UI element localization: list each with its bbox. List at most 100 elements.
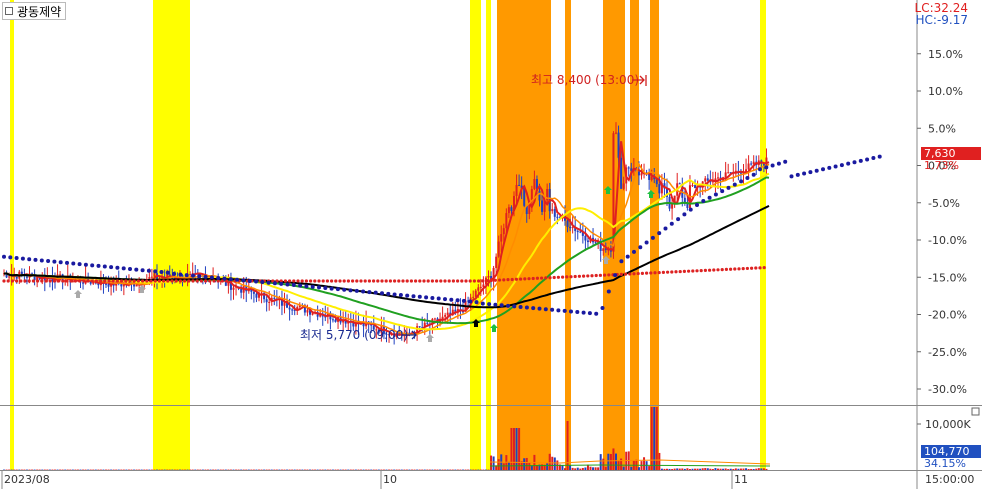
parabolic-dot xyxy=(676,217,681,222)
reference-dot xyxy=(187,279,191,283)
reference-dot xyxy=(636,271,640,276)
parabolic-dot xyxy=(506,303,510,308)
y-tick-label: -10.0% xyxy=(928,234,967,247)
volume-bar xyxy=(546,463,549,470)
volume-bar xyxy=(490,455,493,470)
parabolic-dot xyxy=(764,165,769,170)
reference-dot xyxy=(552,275,556,280)
symbol-name: 광동제약 xyxy=(17,4,62,19)
volume-bar xyxy=(515,428,518,470)
reference-dot xyxy=(422,279,426,283)
reference-dot xyxy=(61,279,65,283)
volume-bar xyxy=(732,468,735,470)
reference-dot xyxy=(36,279,40,283)
reference-dot xyxy=(708,268,712,272)
parabolic-dot xyxy=(411,294,416,299)
parabolic-dot xyxy=(657,231,662,236)
reference-dot xyxy=(204,279,208,283)
parabolic-dot xyxy=(776,161,781,166)
candle-body xyxy=(252,291,255,294)
reference-dot xyxy=(670,270,674,274)
reference-dot xyxy=(569,275,573,279)
volume-bar xyxy=(683,468,686,470)
volume-bar xyxy=(564,468,566,470)
reference-dot xyxy=(174,279,178,283)
parabolic-dot xyxy=(493,302,498,307)
reference-dot xyxy=(729,267,733,271)
reference-dot xyxy=(208,279,212,283)
volume-bar xyxy=(737,468,740,470)
parabolic-dot xyxy=(858,158,863,163)
candle-body xyxy=(579,231,582,233)
parabolic-dot xyxy=(537,306,542,311)
reference-dot xyxy=(183,279,187,283)
parabolic-dot xyxy=(209,275,214,280)
parabolic-dot xyxy=(688,207,693,212)
volume-bar xyxy=(579,468,582,470)
reference-dot xyxy=(426,279,430,283)
reference-dot xyxy=(65,279,69,283)
symbol-title[interactable]: 광동제약 xyxy=(2,2,67,20)
volume-bar xyxy=(742,468,745,470)
reference-dot xyxy=(414,279,418,283)
volume-bar xyxy=(497,459,500,470)
reference-dot xyxy=(393,279,397,283)
candle-body xyxy=(658,184,661,194)
parabolic-dot xyxy=(480,301,485,306)
parabolic-dot xyxy=(556,308,561,313)
reference-dot xyxy=(48,279,52,283)
reference-dot xyxy=(27,279,31,283)
highlight-band xyxy=(497,0,551,470)
reference-dot xyxy=(157,279,161,283)
reference-dot xyxy=(477,279,481,283)
volume-bar xyxy=(696,468,699,470)
volume-bar xyxy=(729,468,732,470)
parabolic-dot xyxy=(638,245,643,250)
parabolic-dot xyxy=(159,270,164,275)
volume-bar xyxy=(637,467,640,470)
volume-bar xyxy=(676,468,679,470)
y-tick-label: -25.0% xyxy=(928,346,967,359)
reference-dot xyxy=(510,277,514,282)
reference-dot xyxy=(435,279,439,283)
parabolic-dot xyxy=(474,300,479,305)
parabolic-dot xyxy=(90,263,95,268)
reference-dot xyxy=(754,266,758,270)
volume-tick-label: 10,000K xyxy=(925,418,971,431)
parabolic-dot xyxy=(632,249,636,254)
volume-bar xyxy=(691,468,694,470)
candle-body xyxy=(566,220,569,227)
reference-dot xyxy=(687,269,691,273)
parabolic-dot xyxy=(846,161,851,166)
reference-dot xyxy=(405,279,409,283)
title-box-icon[interactable] xyxy=(5,7,13,15)
volume-bar xyxy=(701,468,704,470)
parabolic-dot xyxy=(342,287,347,292)
parabolic-dot xyxy=(153,269,158,274)
reference-dot xyxy=(712,268,716,272)
reference-dot xyxy=(212,279,216,283)
reference-dot xyxy=(401,279,405,283)
reference-dot xyxy=(695,269,699,273)
parabolic-dot xyxy=(165,270,170,275)
parabolic-dot xyxy=(783,159,788,164)
parabolic-dot xyxy=(732,182,737,187)
chart-canvas[interactable]: 15.0%10.0%5.0%0.0%-5.0%-10.0%-15.0%-20.0… xyxy=(0,0,982,489)
volume-bar xyxy=(658,452,661,470)
parabolic-dot xyxy=(27,257,32,262)
parabolic-dot xyxy=(2,254,6,259)
reference-dot xyxy=(720,268,724,272)
reference-dot xyxy=(506,278,510,282)
candle-body xyxy=(505,213,508,229)
parabolic-dot xyxy=(39,258,44,263)
reference-dot xyxy=(502,278,506,282)
reference-dot xyxy=(191,279,195,283)
reference-dot xyxy=(586,274,590,278)
reference-dot xyxy=(527,277,531,281)
volume-bar xyxy=(671,469,674,470)
reference-dot xyxy=(52,279,57,283)
reference-dot xyxy=(170,279,174,283)
reference-dot xyxy=(372,279,376,283)
volume-bar xyxy=(765,468,768,470)
volume-bar xyxy=(648,466,651,470)
